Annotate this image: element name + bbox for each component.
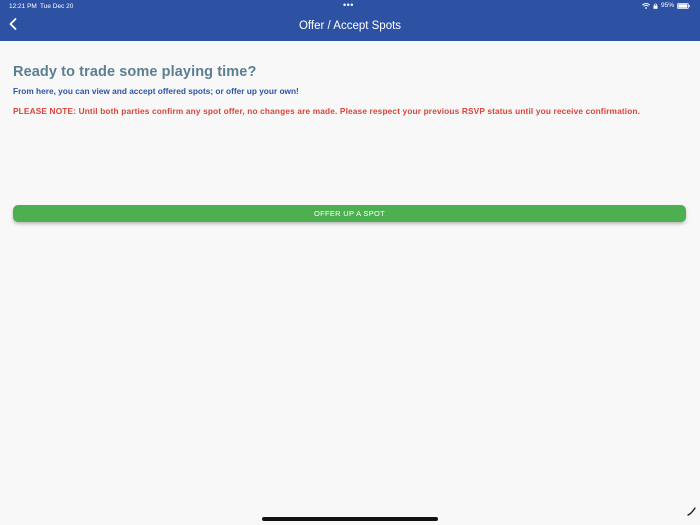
confirmation-notice: PLEASE NOTE: Until both parties confirm … — [13, 106, 641, 116]
status-indicators: 95% — [642, 2, 690, 9]
status-time: 12:21 PM — [9, 3, 37, 10]
wifi-icon — [642, 2, 650, 9]
battery-percent: 95% — [660, 2, 674, 9]
orientation-lock-icon — [653, 2, 658, 9]
intro-headline: Ready to trade some playing time? — [13, 64, 257, 80]
status-date: Tue Dec 20 — [40, 3, 74, 10]
battery-icon — [677, 2, 690, 9]
intro-subline: From here, you can view and accept offer… — [13, 86, 299, 96]
home-indicator[interactable] — [262, 517, 438, 521]
status-bar: 12:21 PM Tue Dec 20 ••• 95% — [0, 0, 700, 12]
intro-section: Ready to trade some playing time? From h… — [13, 64, 687, 117]
offer-spot-button[interactable]: OFFER UP A SPOT — [13, 205, 686, 222]
multitasking-dots[interactable]: ••• — [343, 0, 354, 10]
app-screen: 12:21 PM Tue Dec 20 ••• 95% Offer / Acce… — [0, 0, 700, 525]
pencil-scribble-icon — [687, 503, 696, 521]
header-bar: 12:21 PM Tue Dec 20 ••• 95% Offer / Acce… — [0, 0, 700, 41]
page-title: Offer / Accept Spots — [298, 20, 402, 32]
